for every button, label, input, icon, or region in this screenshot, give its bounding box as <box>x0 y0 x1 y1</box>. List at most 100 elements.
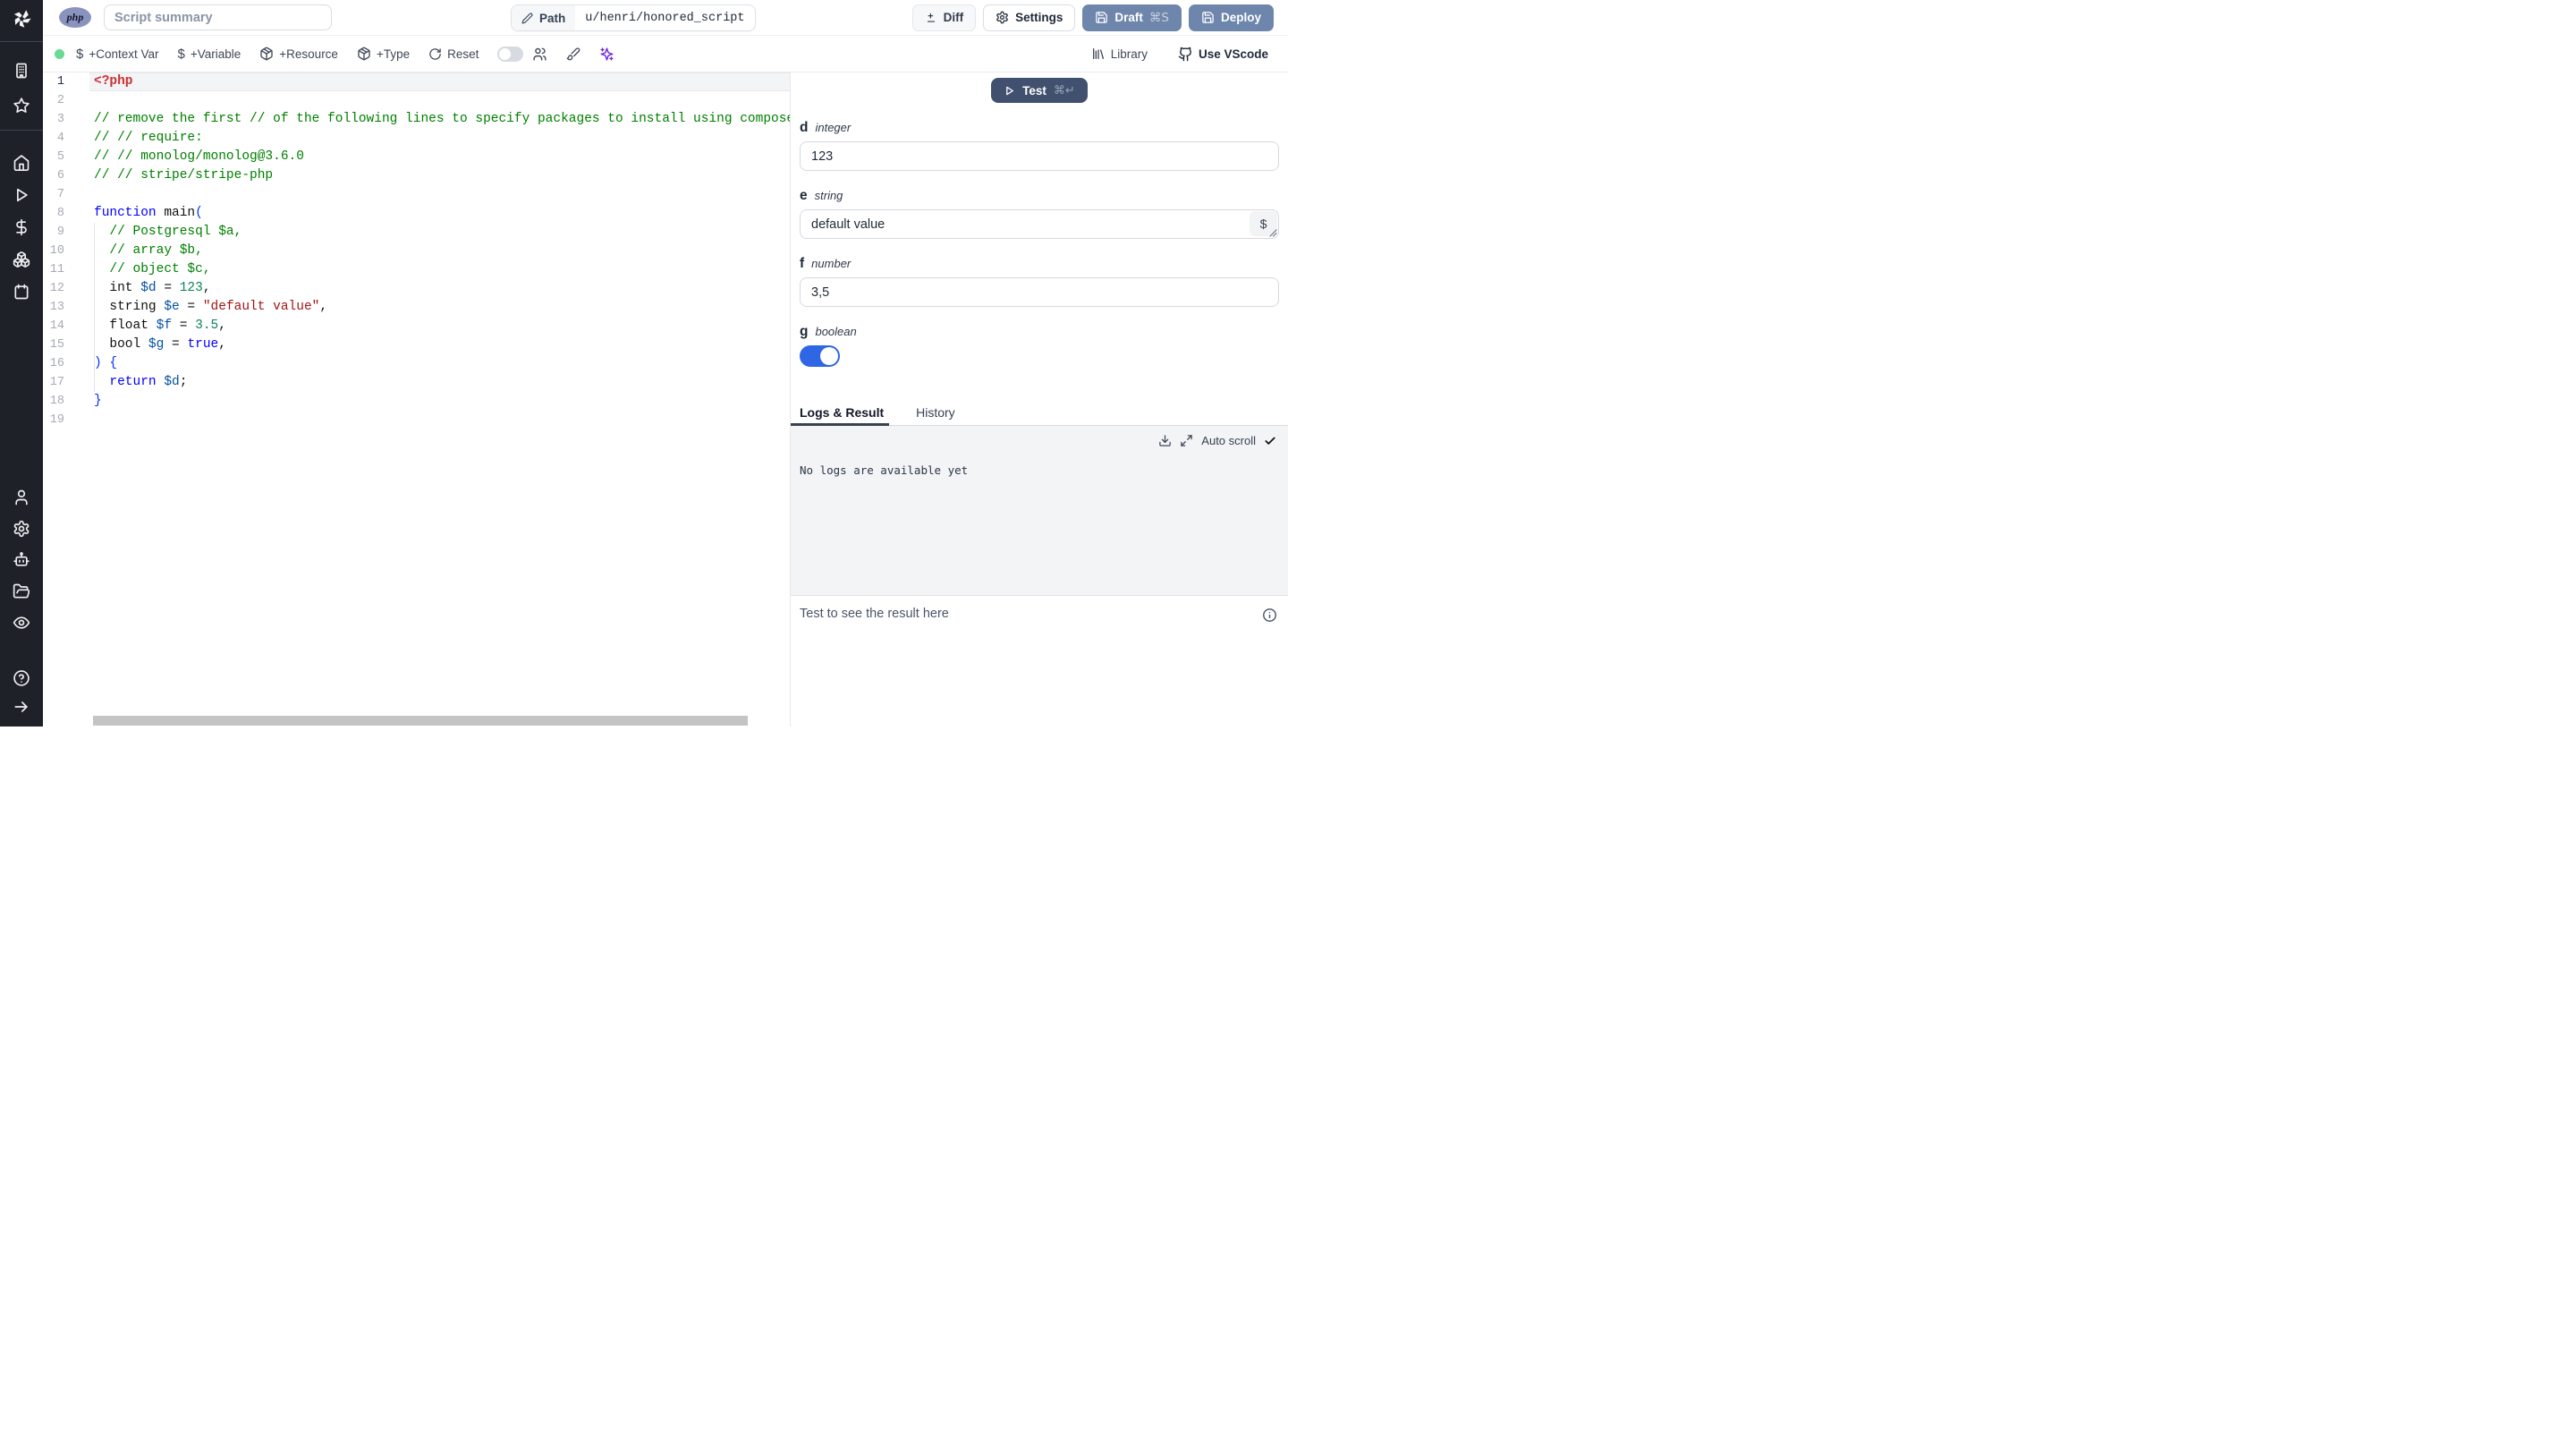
code-line-content[interactable]: bool $g = true, <box>89 336 790 354</box>
multiplayer-toggle[interactable] <box>497 46 524 62</box>
field-e-input[interactable] <box>800 209 1279 239</box>
field-d-input[interactable] <box>800 141 1279 171</box>
code-line-content[interactable]: // // stripe/stripe-php <box>89 166 790 185</box>
code-line-content[interactable] <box>89 91 790 110</box>
add-variable-button[interactable]: $ +Variable <box>178 47 242 62</box>
code-line[interactable]: 7 <box>43 185 790 204</box>
folders-icon[interactable] <box>13 582 30 600</box>
variables-dollar-icon[interactable] <box>13 218 30 236</box>
code-line[interactable]: 16) { <box>43 354 790 373</box>
code-line[interactable]: 4 // // require: <box>43 129 790 148</box>
code-line[interactable]: 5 // // monolog/monolog@3.6.0 <box>43 148 790 166</box>
field-g-toggle[interactable] <box>800 345 840 367</box>
code-line[interactable]: 1 <?php <box>43 72 790 91</box>
save-icon <box>1202 12 1214 23</box>
add-resource-button[interactable]: +Resource <box>259 47 338 61</box>
code-line-content[interactable]: // object $c, <box>89 260 790 279</box>
code-line[interactable]: 8 function main( <box>43 204 790 223</box>
tab-logs-result[interactable]: Logs & Result <box>791 399 890 426</box>
settings-button[interactable]: Settings <box>983 4 1076 31</box>
add-context-var-button[interactable]: $ +Context Var <box>76 47 159 62</box>
code-line-content[interactable] <box>89 411 790 429</box>
code-line[interactable]: 15 bool $g = true, <box>43 336 790 354</box>
code-line-content[interactable]: } <box>89 392 790 411</box>
library-button[interactable]: Library <box>1091 47 1148 61</box>
field-e-name: e <box>800 188 808 203</box>
code-line[interactable]: 10 // array $b, <box>43 242 790 260</box>
add-type-button[interactable]: +Type <box>357 47 410 61</box>
code-line-content[interactable]: ) { <box>89 354 790 373</box>
code-editor[interactable]: 1 <?php 2 3 // remove the first // of the fo… <box>43 72 790 726</box>
favorites-star-icon[interactable] <box>13 97 30 115</box>
expand-logs-icon[interactable] <box>1180 434 1193 447</box>
workers-robot-icon[interactable] <box>13 551 30 569</box>
code-line-content[interactable]: string $e = "default value", <box>89 298 790 317</box>
field-f-input[interactable] <box>800 277 1279 307</box>
format-brush-icon[interactable] <box>566 47 580 61</box>
code-line-content[interactable]: // array $b, <box>89 242 790 260</box>
resources-boxes-icon[interactable] <box>13 251 30 268</box>
script-path-control[interactable]: Path u/henri/honored_script <box>511 4 756 31</box>
line-number: 15 <box>49 338 64 352</box>
resize-handle-icon[interactable] <box>1269 229 1277 237</box>
check-icon[interactable] <box>1264 435 1276 447</box>
schedules-calendar-icon[interactable] <box>13 283 30 301</box>
code-line-content[interactable]: // // monolog/monolog@3.6.0 <box>89 148 790 166</box>
diff-button[interactable]: Diff <box>911 4 977 31</box>
ai-sparkles-icon[interactable] <box>599 47 614 62</box>
collaborators-icon[interactable] <box>532 47 547 62</box>
info-icon[interactable] <box>1262 608 1277 623</box>
workspace-building-icon[interactable] <box>13 62 30 80</box>
code-line[interactable]: 12 int $d = 123, <box>43 279 790 298</box>
auto-scroll-label[interactable]: Auto scroll <box>1201 434 1256 447</box>
field-f: f number <box>800 256 1279 307</box>
code-line[interactable]: 17 return $d; <box>43 373 790 392</box>
result-placeholder: Test to see the result here <box>800 607 949 621</box>
test-shortcut: ⌘↵ <box>1053 83 1075 98</box>
help-icon[interactable] <box>13 669 30 687</box>
expand-sidebar-arrow-icon[interactable] <box>13 698 30 716</box>
indent-guide <box>94 223 95 392</box>
line-number: 12 <box>49 282 64 295</box>
code-line[interactable]: 14 float $f = 3.5, <box>43 317 790 336</box>
code-line-content[interactable]: int $d = 123, <box>89 279 790 298</box>
path-value: u/henri/honored_script <box>585 11 745 25</box>
deploy-button[interactable]: Deploy <box>1188 4 1274 31</box>
windmill-logo-icon[interactable] <box>10 7 33 30</box>
use-vscode-button[interactable]: Use VScode <box>1178 47 1268 62</box>
code-line[interactable]: 3 // remove the first // of the following… <box>43 110 790 129</box>
code-line[interactable]: 18} <box>43 392 790 411</box>
code-lines[interactable]: 1 <?php 2 3 // remove the first // of the fo… <box>43 72 790 429</box>
code-line[interactable]: 2 <box>43 91 790 110</box>
draft-button[interactable]: Draft ⌘S <box>1082 4 1182 31</box>
code-line-content[interactable]: <?php <box>89 72 790 91</box>
test-button[interactable]: Test ⌘↵ <box>991 78 1088 103</box>
sidebar-divider <box>0 130 43 131</box>
code-line[interactable]: 11 // object $c, <box>43 260 790 279</box>
editor-horizontal-scrollbar[interactable] <box>93 716 748 726</box>
refresh-icon <box>429 47 441 60</box>
gear-icon <box>996 11 1008 24</box>
script-summary-input[interactable] <box>104 4 332 30</box>
code-line-content[interactable]: // Postgresql $a, <box>89 223 790 242</box>
home-icon[interactable] <box>13 154 30 172</box>
audit-eye-icon[interactable] <box>13 614 30 632</box>
code-line-content[interactable] <box>89 185 790 204</box>
code-line-content[interactable]: float $f = 3.5, <box>89 317 790 336</box>
settings-gear-icon[interactable] <box>13 520 30 538</box>
code-line[interactable]: 9 // Postgresql $a, <box>43 223 790 242</box>
download-logs-icon[interactable] <box>1158 434 1172 447</box>
runs-play-icon[interactable] <box>13 186 30 204</box>
code-line-content[interactable]: // // require: <box>89 129 790 148</box>
library-icon <box>1092 48 1104 59</box>
code-line-content[interactable]: function main( <box>89 204 790 223</box>
code-line-content[interactable]: return $d; <box>89 373 790 392</box>
code-line[interactable]: 19 <box>43 411 790 429</box>
code-line[interactable]: 13 string $e = "default value", <box>43 298 790 317</box>
user-icon[interactable] <box>13 489 30 506</box>
line-number: 13 <box>49 301 64 314</box>
tab-history[interactable]: History <box>911 399 961 425</box>
code-line[interactable]: 6 // // stripe/stripe-php <box>43 166 790 185</box>
reset-button[interactable]: Reset <box>428 47 479 61</box>
code-line-content[interactable]: // remove the first // of the following … <box>89 110 790 129</box>
